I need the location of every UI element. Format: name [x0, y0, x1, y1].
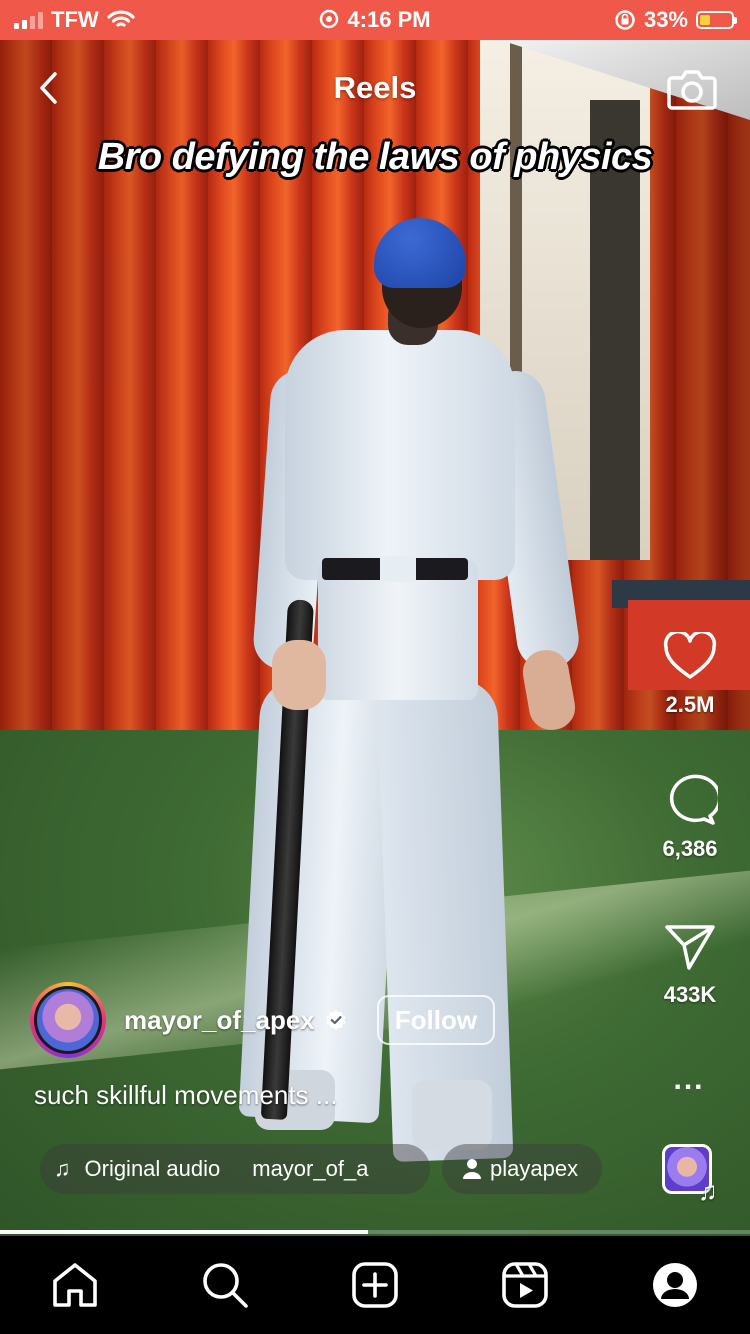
clock: 4:16 PM [347, 7, 431, 32]
audio-artist: mayor_of_a [252, 1156, 369, 1181]
orientation-lock-icon [615, 10, 635, 30]
player-shoe-right [412, 1080, 492, 1150]
comment-count: 6,386 [662, 836, 718, 861]
status-right: 33% [614, 7, 737, 33]
follow-button[interactable]: Follow [376, 995, 496, 1045]
tagged-user-chip[interactable]: playapex [442, 1144, 602, 1194]
heart-icon[interactable] [663, 632, 717, 682]
status-bar: TFW 4:16 PM 33% [0, 0, 750, 40]
player-belt [322, 556, 468, 582]
author-row: mayor_of_apex Follow [30, 982, 496, 1058]
video-caption: Bro defying the laws of physics [97, 136, 653, 178]
create-icon [352, 1262, 398, 1308]
send-icon[interactable] [664, 922, 716, 972]
reels-screen: TFW 4:16 PM 33% Reels Bro defying the la… [0, 0, 750, 1334]
tab-home[interactable] [45, 1255, 105, 1315]
music-note-icon: ♫ [54, 1156, 71, 1181]
audio-label: Original audio [84, 1156, 221, 1181]
battery-percent: 33% [643, 7, 688, 32]
player-hand-left [272, 640, 326, 710]
battery-icon [696, 11, 737, 29]
person-icon [463, 1159, 481, 1179]
original-audio-chip[interactable]: ♫ Original audio mayor_of_a [40, 1144, 430, 1194]
video-progress-bar[interactable] [0, 1230, 750, 1234]
music-note-icon: ♫ [698, 1176, 718, 1206]
tab-reels[interactable] [495, 1255, 555, 1315]
comment-icon[interactable] [662, 772, 718, 826]
reel-description[interactable]: such skillful movements ... [34, 1080, 337, 1111]
comment-action[interactable]: 6,386 [640, 772, 740, 862]
battery-fill [700, 15, 710, 25]
tab-profile[interactable] [645, 1255, 705, 1315]
profile-icon [653, 1263, 697, 1307]
like-count: 2.5M [665, 692, 715, 717]
home-icon [53, 1263, 97, 1307]
reels-icon [502, 1262, 548, 1308]
video-progress-fill [0, 1230, 368, 1234]
camera-icon [667, 70, 717, 110]
player-cap [374, 218, 466, 288]
tab-create[interactable] [345, 1255, 405, 1315]
alarm-icon [320, 9, 339, 29]
like-action[interactable]: 2.5M [640, 632, 740, 718]
share-action[interactable]: 433K [640, 922, 740, 1008]
audio-chips: ♫ Original audio mayor_of_a playapex [40, 1144, 602, 1194]
tab-search[interactable] [195, 1255, 255, 1315]
more-options-button[interactable]: ... [664, 1065, 714, 1095]
username[interactable]: mayor_of_apex [124, 1005, 315, 1036]
page-title: Reels [333, 70, 417, 105]
camera-button[interactable] [666, 64, 718, 112]
avatar[interactable] [30, 982, 106, 1058]
verified-badge-icon [326, 1010, 346, 1030]
player-torso [285, 330, 515, 580]
share-count: 433K [663, 982, 717, 1007]
tagged-username: playapex [490, 1156, 579, 1181]
bottom-nav [0, 1236, 750, 1334]
search-icon [203, 1263, 248, 1308]
